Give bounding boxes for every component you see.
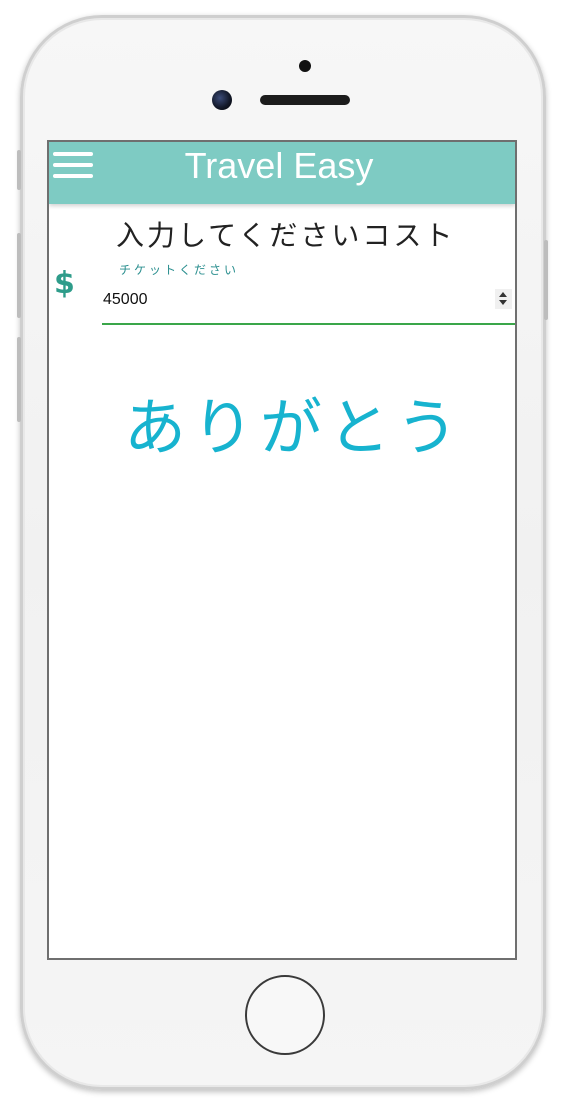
side-button-left-2 [17, 233, 21, 318]
form-heading: 入力してくださいコスト [116, 219, 456, 252]
side-button-left-1 [17, 150, 21, 190]
front-camera [212, 90, 232, 110]
side-button-left-3 [17, 337, 21, 422]
side-button-right [544, 240, 548, 320]
app-title: Travel Easy [184, 145, 374, 186]
stepper-up-arrow-icon[interactable] [499, 292, 507, 297]
earpiece-speaker [260, 95, 350, 105]
proximity-sensor [299, 60, 311, 72]
cost-field-label: チケットください [119, 263, 240, 277]
stepper-down-arrow-icon[interactable] [499, 300, 507, 305]
dollar-icon: $ [54, 266, 75, 301]
thank-you-message: ありがとう [124, 391, 465, 464]
app-bar: Travel Easy [49, 142, 515, 204]
number-stepper-icon[interactable] [495, 289, 512, 309]
cost-input[interactable] [102, 285, 515, 325]
app-screen: Travel Easy 入力してくださいコスト $ チケットください ありがとう [47, 140, 517, 960]
home-button[interactable] [245, 975, 325, 1055]
